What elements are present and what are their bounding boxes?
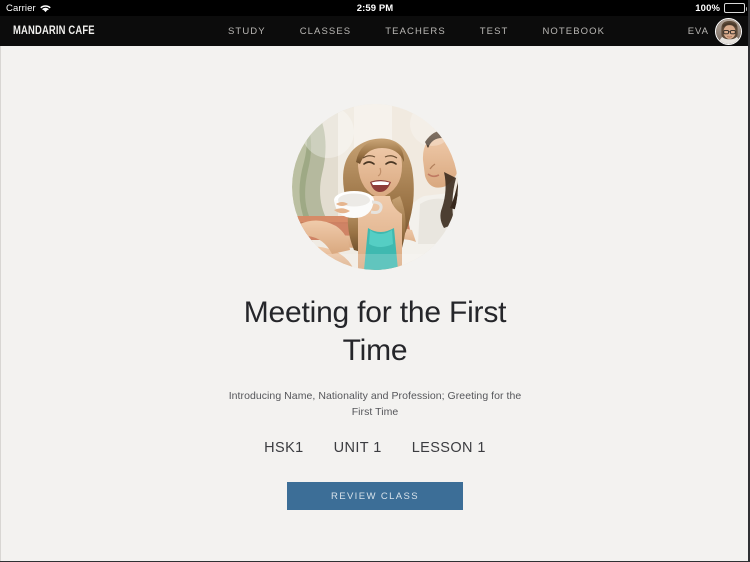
user-avatar[interactable] [715, 17, 742, 45]
main-nav: STUDY CLASSES TEACHERS TEST NOTEBOOK [228, 26, 622, 37]
ipad-simulator-screen: Carrier 2:59 PM 100% MANDARIN CAFE STUDY… [0, 0, 750, 562]
review-class-button[interactable]: REVIEW CLASS [287, 482, 463, 511]
nav-item-study[interactable]: STUDY [228, 26, 283, 37]
status-bar-right: 100% [695, 2, 747, 14]
lesson-level: HSK1 [264, 440, 304, 457]
lesson-lesson-number: LESSON 1 [411, 440, 486, 457]
lesson-hero-photo [292, 104, 458, 270]
brand-logo[interactable]: MANDARIN CAFE [13, 25, 95, 37]
frame-edge-left [0, 46, 1, 562]
lesson-detail-panel: Meeting for the First Time Introducing N… [0, 46, 750, 562]
lesson-meta-row: HSK1 UNIT 1 LESSON 1 [264, 440, 486, 456]
lesson-subtitle: Introducing Name, Nationality and Profes… [228, 389, 522, 419]
nav-item-test[interactable]: TEST [463, 26, 526, 37]
user-name-label: EVA [687, 25, 709, 37]
nav-item-classes[interactable]: CLASSES [283, 26, 369, 37]
nav-item-notebook[interactable]: NOTEBOOK [525, 26, 622, 37]
status-bar-clock: 2:59 PM [356, 2, 394, 14]
battery-percent-label: 100% [695, 2, 720, 14]
user-menu[interactable]: EVA [687, 17, 742, 45]
app-navigation-bar: MANDARIN CAFE STUDY CLASSES TEACHERS TES… [0, 16, 750, 46]
nav-item-teachers[interactable]: TEACHERS [368, 26, 463, 37]
lesson-title: Meeting for the First Time [243, 296, 507, 368]
lesson-unit: UNIT 1 [333, 440, 382, 457]
battery-icon [724, 3, 747, 13]
ios-status-bar: Carrier 2:59 PM 100% [0, 0, 750, 16]
